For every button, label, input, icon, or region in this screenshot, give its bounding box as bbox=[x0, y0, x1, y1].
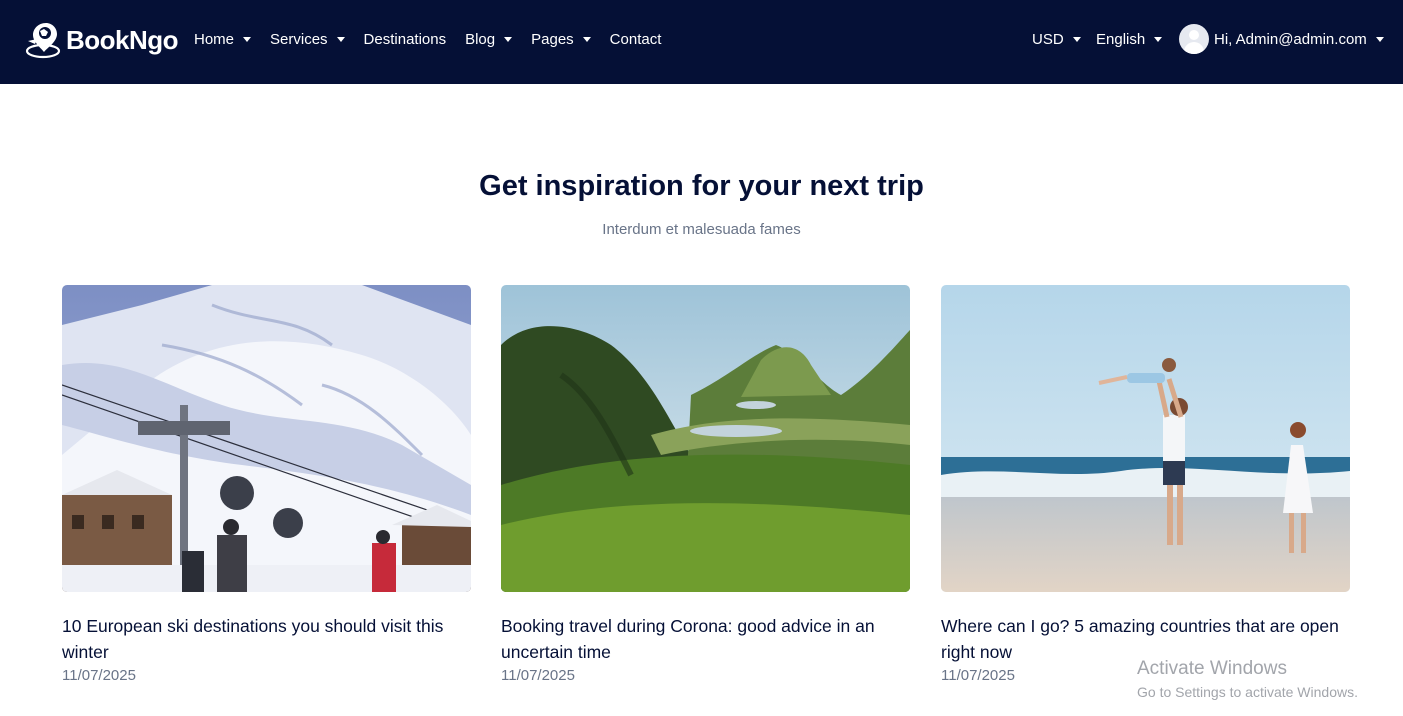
family-on-beach-image[interactable] bbox=[941, 285, 1350, 592]
chevron-down-icon bbox=[336, 36, 345, 42]
blog-card[interactable]: Booking travel during Corona: good advic… bbox=[501, 285, 910, 684]
avatar-body bbox=[1184, 42, 1204, 54]
brand-logo[interactable]: BookNgo bbox=[24, 20, 179, 60]
green-mountain-valley-image[interactable] bbox=[501, 285, 910, 592]
post-title[interactable]: Booking travel during Corona: good advic… bbox=[501, 613, 910, 665]
nav-destinations-label: Destinations bbox=[363, 30, 447, 48]
nav-blog[interactable]: Blog bbox=[465, 30, 513, 48]
post-title[interactable]: 10 European ski destinations you should … bbox=[62, 613, 471, 665]
nav-services[interactable]: Services bbox=[270, 30, 345, 48]
chevron-down-icon bbox=[504, 36, 513, 42]
blog-card[interactable]: 10 European ski destinations you should … bbox=[62, 285, 471, 684]
activate-windows-watermark: Activate Windows Go to Settings to activ… bbox=[1137, 658, 1358, 700]
nav-contact-label: Contact bbox=[609, 30, 662, 48]
section-title: Get inspiration for your next trip bbox=[479, 170, 924, 202]
chevron-down-icon bbox=[582, 36, 591, 42]
nav-destinations[interactable]: Destinations bbox=[364, 30, 447, 48]
nav-blog-label: Blog bbox=[465, 30, 496, 48]
nav-pages-label: Pages bbox=[531, 30, 574, 48]
chevron-down-icon bbox=[1154, 36, 1163, 42]
nav-home[interactable]: Home bbox=[194, 30, 252, 48]
watermark-title: Activate Windows bbox=[1137, 658, 1287, 679]
nav-home-label: Home bbox=[194, 30, 235, 48]
user-menu[interactable]: Hi, Admin@admin.com bbox=[1179, 24, 1384, 54]
avatar-head bbox=[1189, 30, 1199, 40]
nav-contact[interactable]: Contact bbox=[610, 30, 662, 48]
language-label: English bbox=[1096, 30, 1146, 48]
chevron-down-icon bbox=[1072, 36, 1081, 42]
blog-card[interactable]: Where can I go? 5 amazing countries that… bbox=[941, 285, 1350, 684]
watermark-subtitle: Go to Settings to activate Windows. bbox=[1137, 684, 1358, 700]
chevron-down-icon bbox=[1375, 36, 1384, 42]
snowy-ski-resort-image[interactable] bbox=[62, 285, 471, 592]
currency-label: USD bbox=[1032, 30, 1064, 48]
user-greeting: Hi, Admin@admin.com bbox=[1214, 30, 1367, 48]
language-selector[interactable]: English bbox=[1096, 24, 1163, 54]
chevron-down-icon bbox=[243, 36, 252, 42]
brand-name: BookNgo bbox=[66, 24, 179, 55]
currency-selector[interactable]: USD bbox=[1032, 24, 1081, 54]
section-subtitle: Interdum et malesuada fames bbox=[602, 221, 801, 238]
main-nav: Home Services Destinations Blog Pages Co… bbox=[194, 30, 661, 48]
top-navbar: BookNgo Home Services Destinations Blog … bbox=[0, 0, 1403, 84]
nav-services-label: Services bbox=[270, 30, 328, 48]
post-date: 11/07/2025 bbox=[62, 667, 136, 684]
globe-pin-icon bbox=[25, 23, 61, 59]
post-date: 11/07/2025 bbox=[501, 667, 575, 684]
avatar bbox=[1179, 24, 1209, 54]
nav-pages[interactable]: Pages bbox=[531, 30, 591, 48]
